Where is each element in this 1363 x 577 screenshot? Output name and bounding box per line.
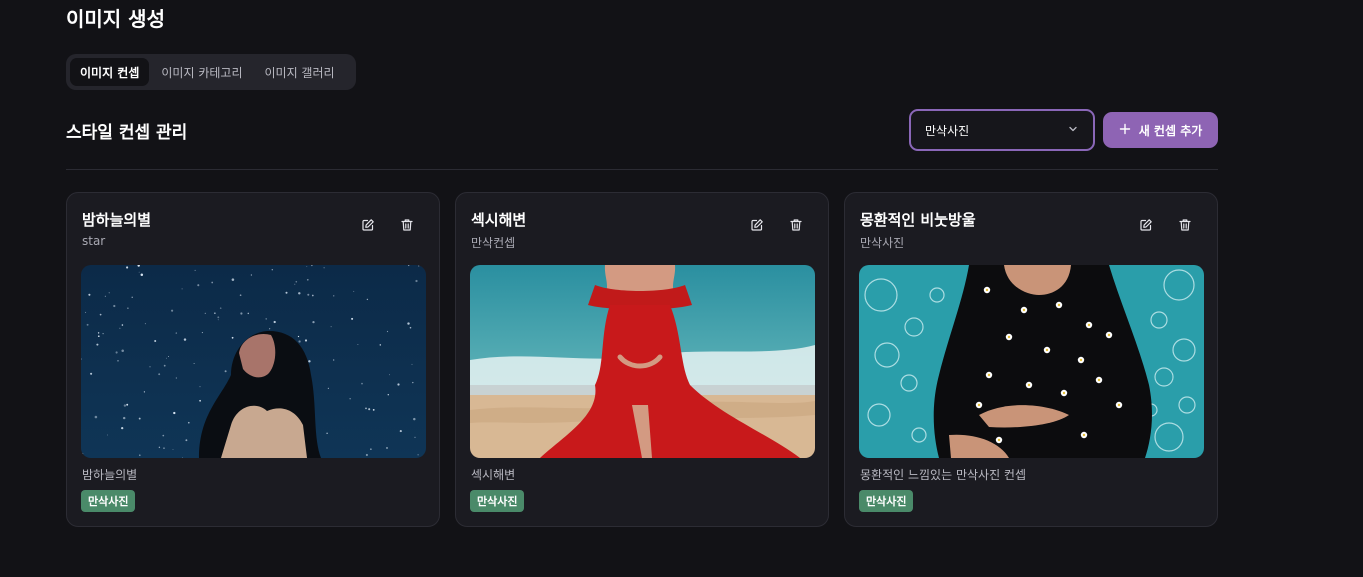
edit-button[interactable] — [1136, 215, 1156, 235]
edit-icon — [751, 219, 763, 231]
delete-button[interactable] — [397, 215, 417, 235]
tab-image-gallery[interactable]: 이미지 갤러리 — [255, 58, 345, 86]
add-concept-label: 새 컨셉 추가 — [1138, 123, 1203, 138]
card-title: 밤하늘의별 — [82, 211, 152, 229]
edit-icon — [1140, 219, 1152, 231]
edit-button[interactable] — [747, 215, 767, 235]
card-description: 몽환적인 느낌있는 만삭사진 컨셉 — [860, 468, 1027, 482]
chevron-down-icon — [1067, 123, 1079, 138]
category-filter-value: 만삭사진 — [925, 123, 970, 138]
concept-card: 섹시해변 만삭컨셉 섹시해변 만삭사진 — [455, 192, 829, 527]
section-divider — [66, 169, 1218, 170]
page-title: 이미지 생성 — [66, 7, 165, 31]
tab-bar: 이미지 컨셉 이미지 카테고리 이미지 갤러리 — [66, 54, 356, 90]
card-image — [470, 265, 815, 458]
tab-image-concept[interactable]: 이미지 컨셉 — [70, 58, 150, 86]
card-image — [81, 265, 426, 458]
plus-icon — [1119, 123, 1131, 138]
category-filter-select[interactable]: 만삭사진 — [909, 109, 1095, 151]
page: 이미지 생성 이미지 컨셉 이미지 카테고리 이미지 갤러리 스타일 컨셉 관리… — [0, 0, 1363, 577]
delete-button[interactable] — [786, 215, 806, 235]
trash-icon — [790, 219, 802, 231]
section-title: 스타일 컨셉 관리 — [66, 123, 188, 143]
card-subtitle: star — [82, 234, 106, 248]
card-description: 섹시해변 — [471, 468, 516, 482]
card-image — [859, 265, 1204, 458]
card-subtitle: 만삭사진 — [860, 236, 905, 250]
add-concept-button[interactable]: 새 컨셉 추가 — [1103, 112, 1218, 148]
card-subtitle: 만삭컨셉 — [471, 236, 516, 250]
category-badge: 만삭사진 — [859, 490, 914, 512]
trash-icon — [1179, 219, 1191, 231]
card-description: 밤하늘의별 — [82, 468, 138, 482]
concept-card: 몽환적인 비눗방울 만삭사진 몽환적인 느낌있는 만삭사진 컨셉 만삭사진 — [844, 192, 1218, 527]
category-badge: 만삭사진 — [81, 490, 136, 512]
concept-card: 밤하늘의별 star 밤하늘의별 만삭사진 — [66, 192, 440, 527]
trash-icon — [401, 219, 413, 231]
tab-image-category[interactable]: 이미지 카테고리 — [151, 58, 252, 86]
delete-button[interactable] — [1175, 215, 1195, 235]
edit-button[interactable] — [358, 215, 378, 235]
category-badge: 만삭사진 — [470, 490, 525, 512]
card-title: 몽환적인 비눗방울 — [860, 211, 976, 229]
edit-icon — [362, 219, 374, 231]
card-title: 섹시해변 — [471, 211, 527, 229]
